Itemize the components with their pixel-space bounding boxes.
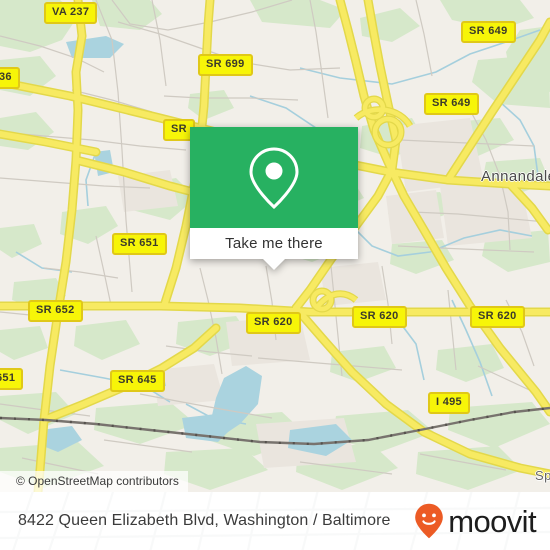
road-shield: SR 651 <box>112 233 167 255</box>
road-shield: VA 237 <box>44 2 98 24</box>
map-screen: VA 237 SR 699 SR 649 SR 649 36 SR SR 651 SR 652… <box>0 0 550 550</box>
road-shield: 651 <box>0 368 24 390</box>
road-shield: SR 652 <box>28 300 83 322</box>
map-pin-icon <box>249 146 299 209</box>
moovit-wordmark: moovit <box>448 503 536 539</box>
road-shield: I 495 <box>428 392 470 414</box>
road-shield: SR 645 <box>110 370 165 392</box>
popup-action-label: Take me there <box>225 235 323 252</box>
road-shield: SR 649 <box>424 93 479 115</box>
address-text: 8422 Queen Elizabeth Blvd, Washington / … <box>18 512 391 529</box>
popup-action[interactable]: Take me there <box>190 228 358 259</box>
road-shield: SR 699 <box>198 54 253 76</box>
road-shield: SR 649 <box>461 21 516 43</box>
popup-header <box>190 127 358 228</box>
location-popup-card[interactable]: Take me there <box>190 127 358 270</box>
map-canvas[interactable]: VA 237 SR 699 SR 649 SR 649 36 SR SR 651 SR 652… <box>0 0 550 492</box>
map-attribution[interactable]: © OpenStreetMap contributors <box>0 471 188 492</box>
place-label: Sp <box>535 468 550 483</box>
road-shield: SR 620 <box>352 306 407 328</box>
popup-pointer-tail <box>263 259 285 270</box>
bottom-info-bar: 8422 Queen Elizabeth Blvd, Washington / … <box>0 492 550 550</box>
road-shield: 36 <box>0 67 20 89</box>
road-shield: SR 620 <box>246 312 301 334</box>
road-shield: SR 620 <box>470 306 525 328</box>
moovit-smiley-pin-icon <box>415 503 444 539</box>
place-label: Annandale <box>481 168 550 185</box>
moovit-logo[interactable]: moovit <box>414 503 537 539</box>
